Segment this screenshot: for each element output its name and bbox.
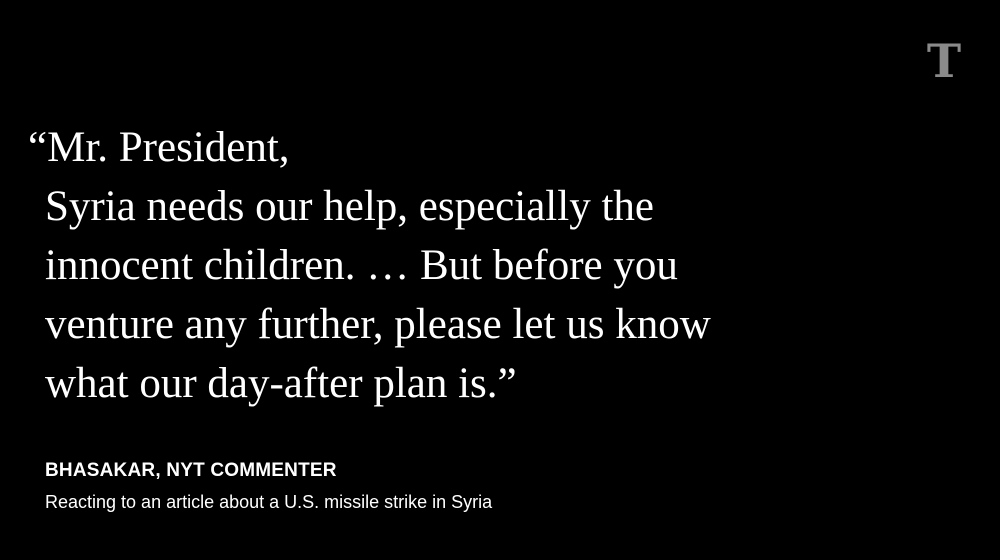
nyt-t-logo-icon: T: [926, 34, 962, 88]
quote-card: T “Mr. President, Syria needs our help, …: [0, 0, 1000, 560]
pull-quote: “Mr. President, Syria needs our help, es…: [28, 118, 928, 413]
quote-line: innocent children. … But before you: [45, 242, 678, 289]
quote-line: venture any further, please let us know: [45, 301, 711, 348]
quote-line: what our day-after plan is.”: [45, 360, 517, 407]
quote-author: BHASAKAR, NYT COMMENTER: [45, 460, 337, 481]
quote-line: Syria needs our help, especially the: [45, 183, 654, 230]
quote-line: “Mr. President,: [28, 124, 290, 171]
quote-context: Reacting to an article about a U.S. miss…: [45, 492, 493, 512]
